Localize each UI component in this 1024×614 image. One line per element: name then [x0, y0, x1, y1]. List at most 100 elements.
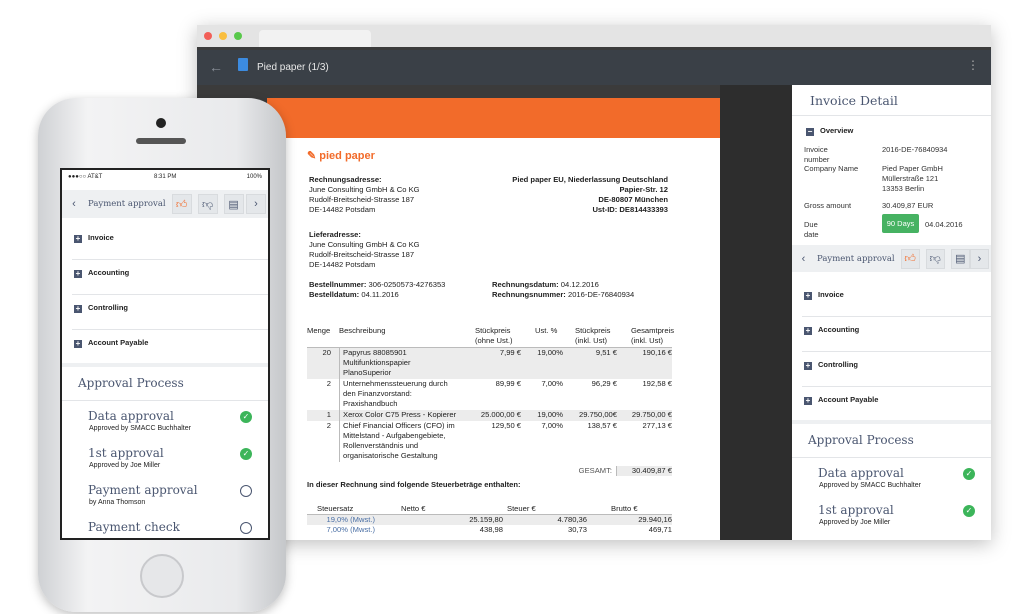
- delivery-address: Lieferadresse: June Consulting GmbH & Co …: [309, 230, 420, 269]
- due-badge: 90 Days: [882, 214, 919, 233]
- pied-paper-logo: ✎ pied paper: [307, 150, 375, 162]
- column-header: Menge: [307, 326, 331, 335]
- table-cell: 277,13 €: [642, 421, 672, 430]
- previous-button[interactable]: ‹: [64, 194, 84, 214]
- approval-step-name: 1st approval: [88, 446, 164, 460]
- column-header: Beschreibung: [339, 326, 386, 335]
- comment-icon[interactable]: ▤: [950, 248, 970, 269]
- approval-action-bar: ‹ Payment approval 👍︎ 👎︎ ▤ ›: [62, 190, 268, 218]
- section-controlling[interactable]: + Controlling: [792, 352, 991, 387]
- total-label: GESAMT:: [578, 466, 612, 475]
- tax-cell: 29.940,16: [638, 515, 672, 524]
- phone-screen: ●●●○○ AT&T 8:31 PM 100% ‹ Payment approva…: [60, 168, 270, 540]
- previous-button[interactable]: ‹: [794, 249, 813, 269]
- maximize-window-button[interactable]: [234, 32, 242, 40]
- tax-column-header: Steuer €: [507, 504, 536, 513]
- table-cell: 29.750,00 €: [631, 410, 672, 419]
- comment-icon[interactable]: ▤: [223, 194, 244, 214]
- column-header: Gesamtpreis (inkl. Ust): [631, 326, 675, 345]
- plus-icon: +: [74, 304, 82, 313]
- invoice-page: ✎ pied paper Rechnungsadresse: June Consu…: [267, 98, 720, 540]
- table-cell: 20: [322, 348, 331, 357]
- table-cell: 129,50 €: [491, 421, 521, 430]
- app-toolbar: ← Pied paper (1/3) ⋮: [197, 50, 991, 85]
- home-button[interactable]: [140, 554, 184, 598]
- gross-amount-value: 30.409,87 EUR: [882, 201, 934, 210]
- order-info: Bestellnummer: 306-0250573-4276353 Beste…: [309, 280, 446, 299]
- minus-icon: −: [806, 127, 814, 136]
- approval-step: Data approval Approved by SMACC Buchhalte…: [62, 401, 268, 438]
- plus-icon: +: [74, 234, 82, 243]
- section-accounting[interactable]: + Accounting: [792, 317, 991, 352]
- approval-step-name: Data approval: [88, 409, 174, 423]
- next-button[interactable]: ›: [969, 248, 989, 269]
- phone-camera: [156, 118, 166, 128]
- table-cell: 9,51 €: [595, 348, 617, 357]
- table-cell: Unternehmenssteuerung durch den Finanzvo…: [339, 379, 469, 410]
- overview-section-toggle[interactable]: − Overview: [806, 126, 853, 136]
- line-items-table: Menge Beschreibung Stückpreis (ohne Ust.) U…: [307, 326, 675, 480]
- check-circle-icon: ✓: [240, 448, 252, 460]
- column-header: Stückpreis (ohne Ust.): [475, 326, 513, 345]
- approval-step: 1st approval Approved by Joe Miller ✓: [62, 438, 268, 475]
- thumbs-down-icon[interactable]: 👎︎: [197, 194, 218, 214]
- table-row: 20 Papyrus 88085901 Multifunktionspapier …: [307, 348, 672, 379]
- more-menu-icon[interactable]: ⋮: [967, 58, 979, 72]
- approval-step-subtitle: Approved by SMACC Buchhalter: [819, 482, 921, 489]
- plus-icon: +: [804, 291, 812, 300]
- back-arrow-icon[interactable]: ←: [209, 59, 223, 75]
- approval-step-name: Payment check: [88, 520, 180, 534]
- section-label: Controlling: [818, 360, 858, 369]
- browser-window: ← Pied paper (1/3) ⋮ ✎ pied paper Rechnu…: [197, 25, 991, 540]
- section-account-payable[interactable]: + Account Payable: [62, 330, 268, 365]
- thumbs-up-icon[interactable]: 👍︎: [171, 194, 192, 214]
- table-cell: 190,16 €: [642, 348, 672, 357]
- browser-tab[interactable]: [259, 30, 371, 47]
- tab-bar: [197, 25, 991, 47]
- billing-address: Rechnungsadresse: June Consulting GmbH & …: [309, 175, 420, 214]
- close-window-button[interactable]: [204, 32, 212, 40]
- minimize-window-button[interactable]: [219, 32, 227, 40]
- table-cell: 192,58 €: [642, 379, 672, 388]
- approval-step: Payment check: [62, 512, 268, 538]
- status-bar: ●●●○○ AT&T 8:31 PM 100%: [68, 174, 262, 180]
- thumbs-up-icon[interactable]: 👍︎: [900, 248, 920, 269]
- section-invoice[interactable]: + Invoice: [792, 282, 991, 317]
- empty-circle-icon: [240, 485, 252, 497]
- panel-title: Invoice Detail: [810, 93, 898, 108]
- approval-step-subtitle: Approved by SMACC Buchhalter: [89, 425, 191, 432]
- table-cell: 7,00%: [541, 379, 563, 388]
- plus-icon: +: [74, 269, 82, 278]
- table-cell: Xerox Color C75 Press - Kopierer: [339, 410, 469, 421]
- approval-process-title: Approval Process: [792, 424, 991, 458]
- section-label: Invoice: [818, 290, 844, 299]
- approval-step: 1st approval Approved by Joe Miller ✓: [792, 495, 991, 532]
- tax-cell: 30,73: [567, 525, 587, 534]
- table-cell: Papyrus 88085901 Multifunktionspapier Pl…: [339, 348, 469, 379]
- check-circle-icon: ✓: [240, 411, 252, 423]
- table-row: 2 Chief Financial Officers (CFO) im Mitte…: [307, 421, 672, 462]
- column-header: Ust. %: [535, 326, 558, 335]
- section-controlling[interactable]: + Controlling: [62, 295, 268, 330]
- tax-cell: 438,98: [479, 525, 503, 534]
- section-accounting[interactable]: + Accounting: [62, 260, 268, 295]
- approval-step-name: Data approval: [818, 466, 904, 480]
- due-date-value: 04.04.2016: [925, 220, 963, 229]
- approval-step-label: Payment approval: [88, 199, 166, 209]
- tax-table: Steuersatz Netto € Steuer € Brutto € 19,0% (…: [307, 504, 672, 535]
- thumbs-down-icon[interactable]: 👎︎: [925, 248, 945, 269]
- next-button[interactable]: ›: [246, 194, 266, 214]
- tax-cell: 7,00% (Mwst.): [326, 525, 375, 534]
- section-invoice[interactable]: + Invoice: [62, 225, 268, 260]
- document-title: Pied paper (1/3): [257, 62, 329, 73]
- invoice-header-band: [267, 98, 720, 138]
- table-cell: Chief Financial Officers (CFO) im Mittel…: [339, 421, 469, 462]
- field-label: Invoice number: [804, 145, 830, 164]
- table-cell: 2: [326, 421, 331, 430]
- clipboard-icon: [238, 58, 248, 71]
- tax-cell: 19,0% (Mwst.): [326, 515, 375, 524]
- invoice-detail-panel: Invoice Detail − Overview Invoice number …: [792, 85, 991, 540]
- section-account-payable[interactable]: + Account Payable: [792, 387, 991, 422]
- plus-icon: +: [804, 326, 812, 335]
- invoice-number-value: 2016-DE-76840934: [882, 145, 948, 154]
